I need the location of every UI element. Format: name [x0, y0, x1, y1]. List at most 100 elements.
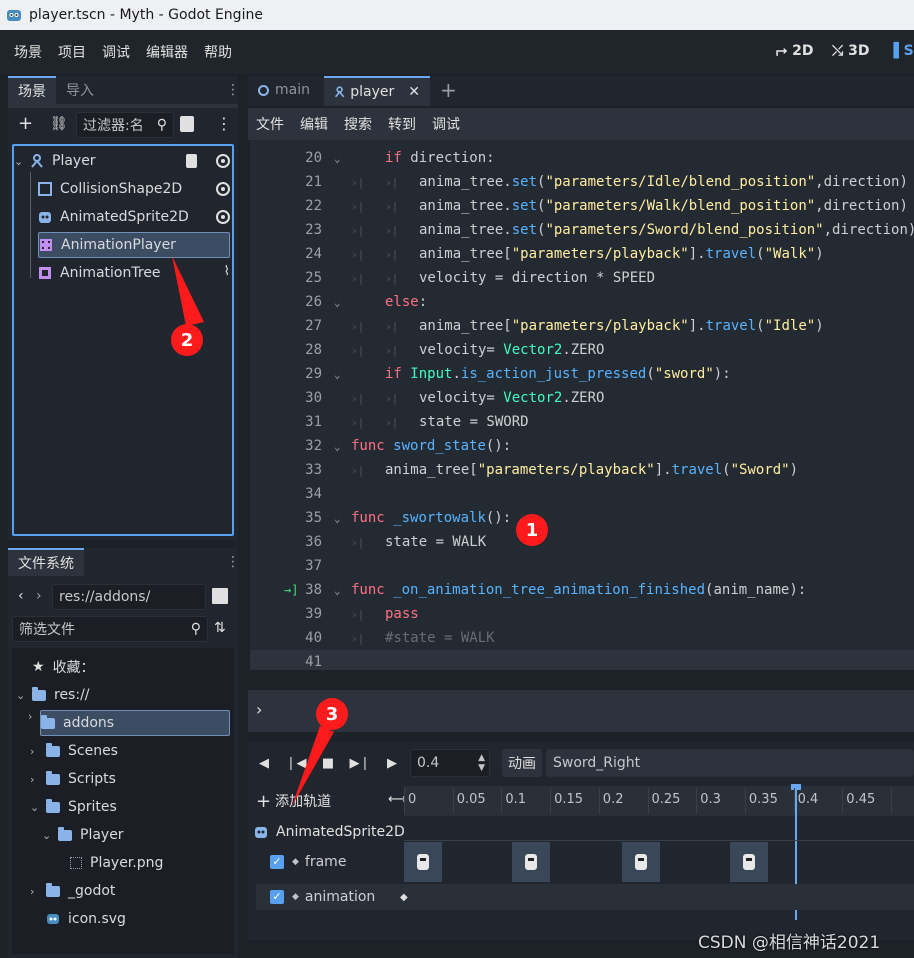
playhead-handle[interactable]: [791, 784, 801, 790]
menu-project[interactable]: 项目: [50, 42, 94, 62]
code-line[interactable]: 30 velocity= Vector2.ZERO ›| ›|: [250, 386, 914, 410]
expand-arrow-icon[interactable]: ›: [28, 710, 32, 723]
dock-menu-icon[interactable]: ⋮: [226, 554, 240, 570]
tab-import[interactable]: 导入: [56, 76, 104, 104]
code-line[interactable]: 23 anima_tree.set("parameters/Sword/blend…: [250, 218, 914, 242]
close-icon[interactable]: ✕: [408, 84, 420, 100]
visibility-eye-icon[interactable]: [216, 182, 230, 196]
link-icon[interactable]: ⛓: [50, 116, 68, 132]
keyframe-sprite[interactable]: [404, 842, 442, 882]
script-menu-debug[interactable]: 调试: [424, 114, 468, 134]
code-line[interactable]: 20 ⌄ if direction:: [250, 146, 914, 170]
code-line[interactable]: 32 ⌄ func sword_state():: [250, 434, 914, 458]
tab-scene[interactable]: 场景: [8, 76, 56, 104]
play-backwards-icon[interactable]: ◀: [250, 750, 278, 776]
fold-arrow-icon[interactable]: ⌄: [334, 440, 341, 453]
file-item-addons[interactable]: addons: [40, 710, 230, 736]
code-line[interactable]: 35 ⌄ func _swortowalk():: [250, 506, 914, 530]
file-item-sprites[interactable]: ⌄ Sprites: [30, 794, 117, 820]
code-line[interactable]: 26 ⌄ else:: [250, 290, 914, 314]
code-line[interactable]: 29 ⌄ if Input.is_action_just_pressed("swor…: [250, 362, 914, 386]
code-line[interactable]: 39 pass ›|: [250, 602, 914, 626]
script-icon[interactable]: [186, 154, 197, 168]
spinner-arrows-icon[interactable]: ▲ ▼: [478, 753, 485, 773]
play-from-start-icon[interactable]: ▶❘: [346, 750, 374, 776]
track-frame[interactable]: ✓ ◆ frame: [270, 850, 346, 874]
visibility-eye-icon[interactable]: [216, 210, 230, 224]
attach-script-icon[interactable]: [180, 116, 194, 132]
menu-editor[interactable]: 编辑器: [138, 42, 196, 62]
view-2d-button[interactable]: ⮣ 2D: [776, 43, 813, 59]
play-icon[interactable]: ▶: [378, 750, 406, 776]
code-line[interactable]: 28 velocity= Vector2.ZERO ›| ›|: [250, 338, 914, 362]
view-script-button[interactable]: ▐ S: [888, 43, 914, 59]
keyframe-diamond-icon[interactable]: ◆: [400, 892, 408, 903]
file-item-player-folder[interactable]: ⌄ Player: [42, 822, 124, 848]
file-item-player-png[interactable]: Player.png: [70, 850, 163, 876]
code-line[interactable]: 41: [250, 650, 914, 670]
add-node-icon[interactable]: +: [18, 113, 33, 134]
expand-chevron-icon[interactable]: ›: [256, 700, 262, 719]
file-item-scenes[interactable]: › Scenes: [30, 738, 118, 764]
script-menu-file[interactable]: 文件: [248, 114, 292, 134]
code-line[interactable]: 24 anima_tree["parameters/playback"].trav…: [250, 242, 914, 266]
code-editor[interactable]: 20 ⌄ if direction: 21 anima_tree.set("parame…: [250, 140, 914, 670]
checkbox-icon[interactable]: ✓: [270, 890, 284, 904]
code-line[interactable]: 40 #state = WALK ›|: [250, 626, 914, 650]
code-line[interactable]: 34: [250, 482, 914, 506]
tab-player[interactable]: player ✕: [324, 76, 430, 106]
path-field[interactable]: res://addons/: [52, 584, 206, 610]
code-line[interactable]: 22 anima_tree.set("parameters/Walk/blend_…: [250, 194, 914, 218]
back-arrow-icon[interactable]: ‹: [18, 588, 24, 604]
code-line[interactable]: 33 anima_tree["parameters/playback"].trav…: [250, 458, 914, 482]
tree-node-collisionshape2d[interactable]: CollisionShape2D: [38, 176, 230, 202]
signal-connection-icon[interactable]: →]: [284, 583, 298, 597]
code-line[interactable]: 27 anima_tree["parameters/playback"].trav…: [250, 314, 914, 338]
split-view-icon[interactable]: [212, 588, 228, 604]
tree-node-player[interactable]: ⌄ Player: [14, 148, 230, 174]
tab-filesystem[interactable]: 文件系统: [8, 548, 84, 576]
track-animation[interactable]: ✓ ◆ animation: [270, 885, 375, 909]
code-line[interactable]: 21 anima_tree.set("parameters/Idle/blend_…: [250, 170, 914, 194]
tab-main[interactable]: main: [248, 76, 320, 104]
keyframe-sprite[interactable]: [730, 842, 768, 882]
tree-node-animatedsprite2d[interactable]: AnimatedSprite2D: [38, 204, 230, 230]
file-item-scripts[interactable]: › Scripts: [30, 766, 116, 792]
tree-node-animationplayer[interactable]: AnimationPlayer: [38, 232, 230, 258]
fold-arrow-icon[interactable]: ⌄: [334, 512, 341, 525]
code-line[interactable]: 31 state = SWORD ›| ›|: [250, 410, 914, 434]
script-menu-search[interactable]: 搜索: [336, 114, 380, 134]
fold-arrow-icon[interactable]: ⌄: [334, 368, 341, 381]
add-tab-icon[interactable]: +: [440, 78, 457, 102]
file-item-icon-svg[interactable]: icon.svg: [46, 906, 126, 932]
fold-arrow-icon[interactable]: ⌄: [334, 584, 341, 597]
script-menu-edit[interactable]: 编辑: [292, 114, 336, 134]
scene-filter-input[interactable]: 过滤器:名 ⚲: [76, 112, 174, 138]
code-line[interactable]: 25 velocity = direction * SPEED ›| ›|: [250, 266, 914, 290]
view-3d-button[interactable]: ⤯ 3D: [832, 43, 869, 59]
fold-arrow-icon[interactable]: ⌄: [334, 296, 341, 309]
animation-menu-button[interactable]: 动画: [502, 749, 542, 777]
checkbox-icon[interactable]: ✓: [270, 855, 284, 869]
menu-scene[interactable]: 场景: [6, 42, 50, 62]
menu-debug[interactable]: 调试: [94, 42, 138, 62]
keyframe-sprite[interactable]: [622, 842, 660, 882]
fold-arrow-icon[interactable]: ⌄: [334, 152, 341, 165]
time-spinbox[interactable]: 0.4 ▲ ▼: [410, 749, 490, 777]
signal-icon[interactable]: ⌇: [224, 264, 230, 279]
file-item-godot[interactable]: › _godot: [30, 878, 115, 904]
code-line[interactable]: 36 state = WALK ›|: [250, 530, 914, 554]
animation-select[interactable]: Sword_Right: [546, 749, 914, 777]
visibility-eye-icon[interactable]: [216, 154, 230, 168]
dock-menu-icon[interactable]: ⋮: [226, 82, 240, 98]
file-filter-input[interactable]: 筛选文件 ⚲: [12, 616, 208, 642]
menu-help[interactable]: 帮助: [196, 42, 240, 62]
forward-arrow-icon[interactable]: ›: [36, 588, 42, 604]
code-line[interactable]: 38 →] ⌄ func _on_animation_tree_animation_f…: [250, 578, 914, 602]
script-menu-goto[interactable]: 转到: [380, 114, 424, 134]
sort-icon[interactable]: ⇅: [214, 620, 226, 636]
code-line[interactable]: 37: [250, 554, 914, 578]
more-options-icon[interactable]: ⋮: [216, 114, 232, 133]
file-item-res[interactable]: ⌄ res://: [16, 682, 90, 708]
keyframe-sprite[interactable]: [512, 842, 550, 882]
